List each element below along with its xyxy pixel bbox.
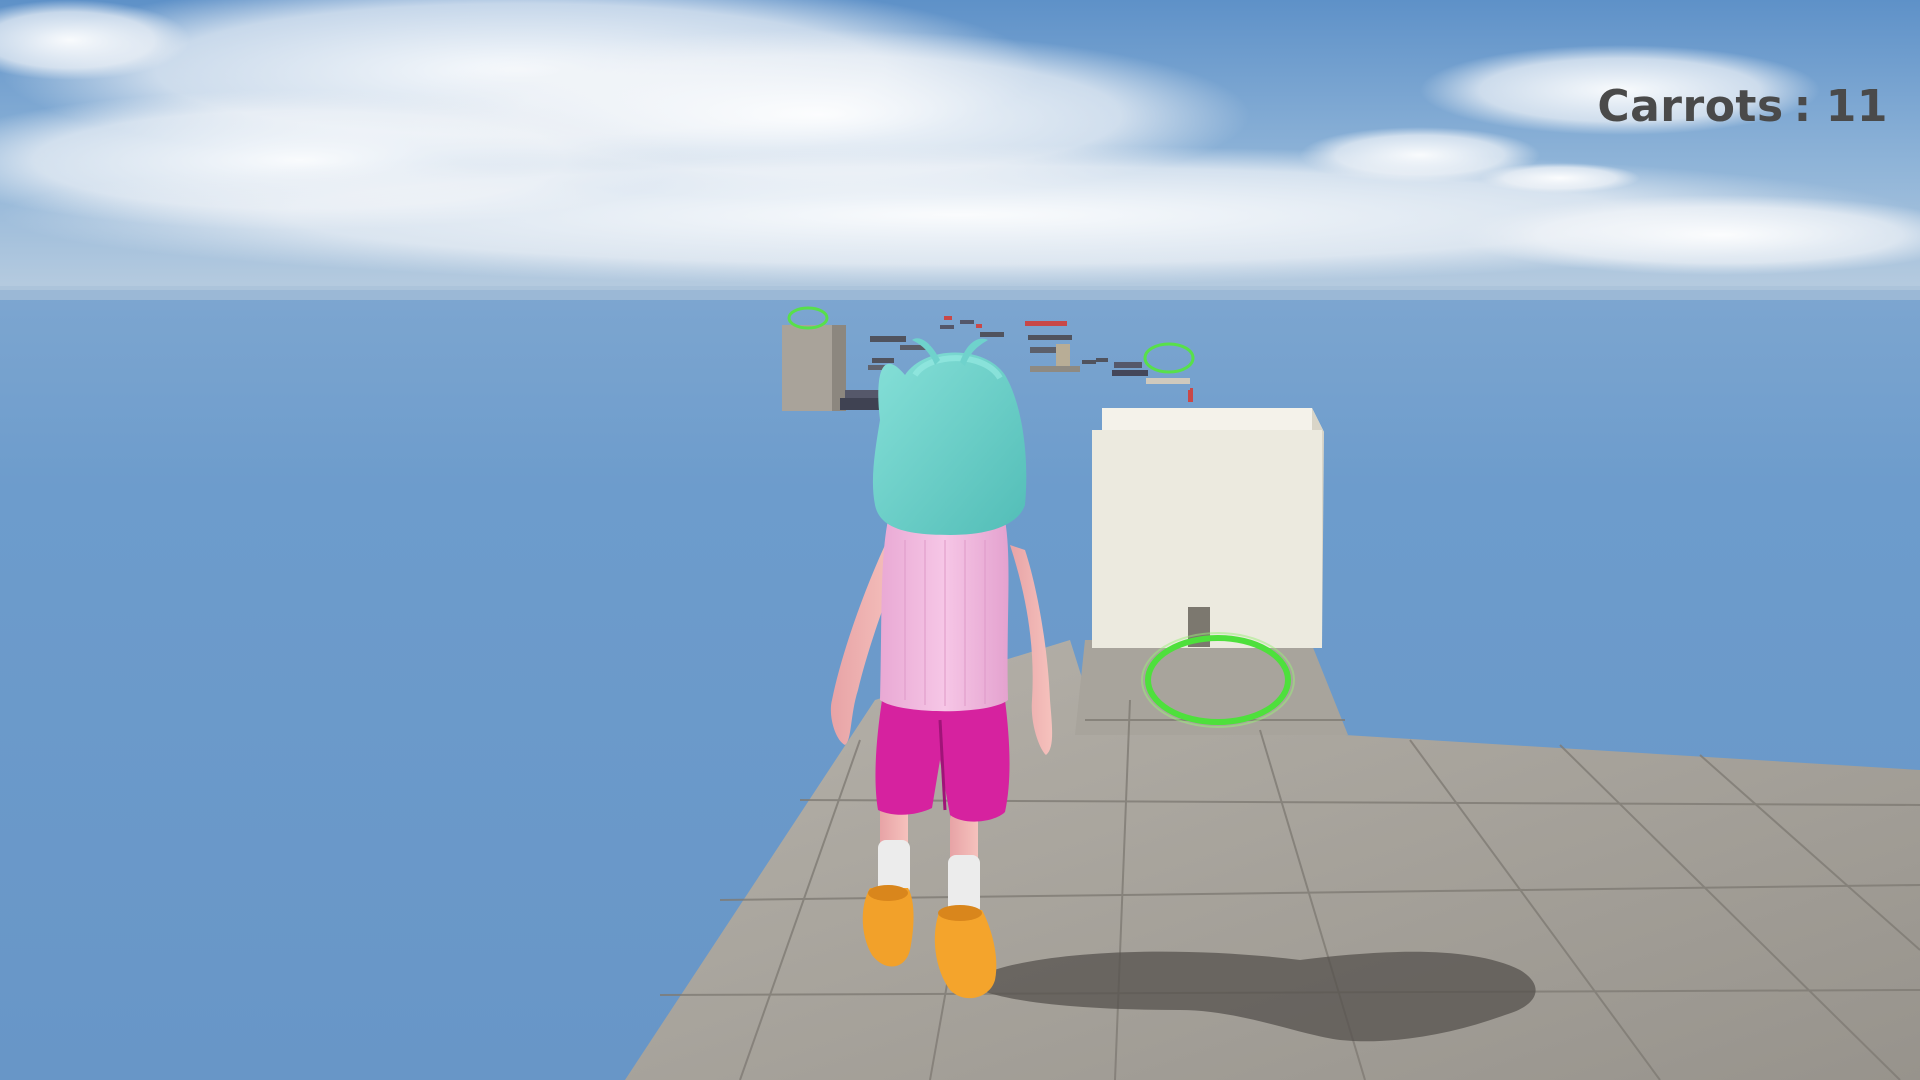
carrots-label: Carrots	[1597, 81, 1784, 132]
flag-marker	[1188, 390, 1190, 402]
carrots-count: 11	[1825, 81, 1888, 132]
carrots-separator: :	[1793, 81, 1812, 132]
carrots-counter: Carrots:11	[1566, 30, 1888, 132]
white-block	[1092, 408, 1324, 648]
game-viewport[interactable]	[0, 0, 1920, 1080]
